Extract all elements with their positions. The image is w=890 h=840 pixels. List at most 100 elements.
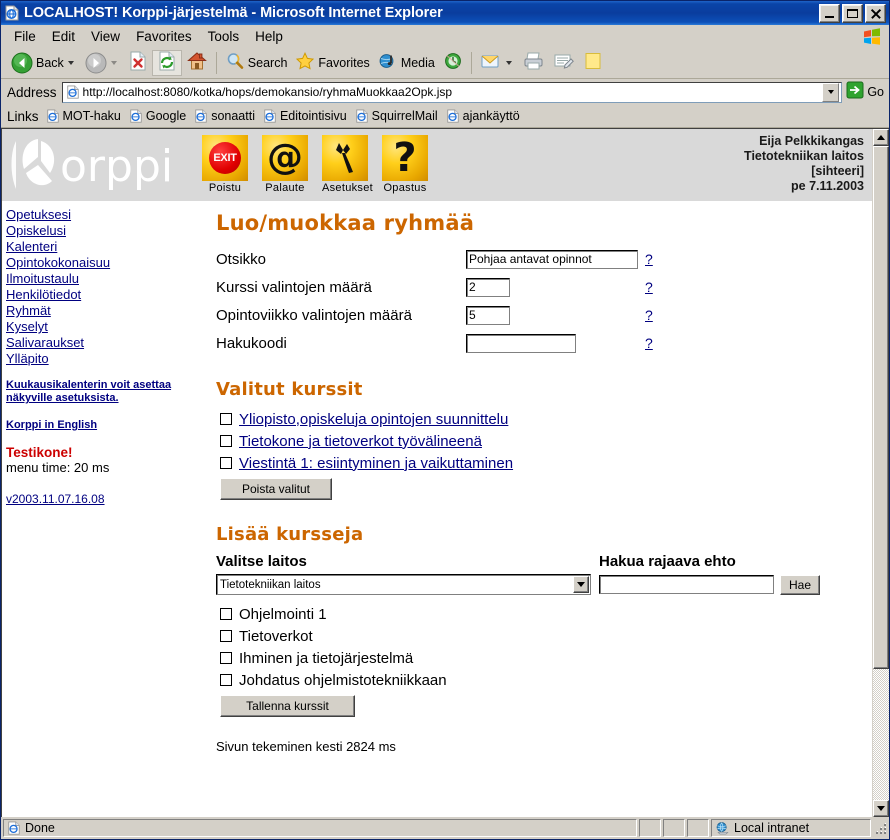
help-link-kurssi-maara[interactable]: ? <box>645 279 653 295</box>
korppi-in-english-link[interactable]: Korppi in English <box>6 417 202 433</box>
menu-item-help[interactable]: Help <box>247 27 291 46</box>
mail-dropdown-icon[interactable] <box>505 61 512 65</box>
nav-item-ilmoitustaulu[interactable]: Ilmoitustaulu <box>6 271 202 287</box>
input-hakukoodi[interactable] <box>466 333 576 353</box>
search-button[interactable]: Search <box>221 50 292 76</box>
minimize-button[interactable] <box>819 3 840 23</box>
label-hakukoodi: Hakukoodi <box>216 334 287 352</box>
nav-item-opintokokonaisuu[interactable]: Opintokokonaisuu <box>6 255 202 271</box>
menu-item-favorites[interactable]: Favorites <box>128 27 200 46</box>
close-button[interactable] <box>865 3 886 23</box>
korppi-logo[interactable]: orppi <box>2 129 202 201</box>
input-opintoviikko-maara[interactable]: 5 <box>466 305 510 325</box>
resize-grip[interactable] <box>873 819 889 837</box>
notes-button[interactable] <box>579 50 607 76</box>
menu-item-view[interactable]: View <box>83 27 128 46</box>
link-google[interactable]: Google <box>126 108 191 124</box>
stop-button[interactable] <box>124 50 152 76</box>
nav-item-kalenteri[interactable]: Kalenteri <box>6 239 202 255</box>
back-button[interactable]: Back <box>7 50 81 76</box>
nav-item-ryhmat[interactable]: Ryhmät <box>6 303 202 319</box>
checkbox-selected-course-2[interactable] <box>220 435 232 447</box>
link-label: sonaatti <box>211 109 255 123</box>
back-dropdown-icon[interactable] <box>67 61 74 65</box>
checkbox-available-course-3[interactable] <box>220 652 232 664</box>
link-ajankaytto[interactable]: ajankäyttö <box>443 108 525 124</box>
link-squirrelmail[interactable]: SquirrelMail <box>352 108 443 124</box>
settings-button[interactable]: Asetukset <box>322 135 373 194</box>
menu-item-edit[interactable]: Edit <box>44 27 83 46</box>
page-viewport: orppi EXIT Poistu @ Palaute Asetukset ? … <box>1 128 889 817</box>
help-link-hakukoodi[interactable]: ? <box>645 335 653 351</box>
help-button[interactable]: ? Opastus <box>382 135 428 194</box>
ie-page-icon <box>355 109 369 123</box>
calendar-hint[interactable]: Kuukausikalenterin voit asettaa näkyvill… <box>6 379 202 405</box>
scrollbar-thumb[interactable] <box>873 146 889 670</box>
address-label: Address <box>7 84 57 100</box>
current-date: pe 7.11.2003 <box>791 179 864 193</box>
department-label: Valitse laitos <box>216 553 307 570</box>
nav-item-kyselyt[interactable]: Kyselyt <box>6 319 202 335</box>
save-courses-button[interactable]: Tallenna kurssit <box>220 695 355 717</box>
checkbox-available-course-1[interactable] <box>220 608 232 620</box>
help-link-otsikko[interactable]: ? <box>645 251 653 267</box>
page-scrollbar[interactable] <box>872 129 889 817</box>
exit-button[interactable]: EXIT Poistu <box>202 135 248 194</box>
input-kurssi-maara[interactable]: 2 <box>466 277 510 297</box>
forward-button[interactable] <box>81 50 124 76</box>
link-sonaatti[interactable]: sonaatti <box>191 108 260 124</box>
nav-item-salivaraukset[interactable]: Salivaraukset <box>6 335 202 351</box>
back-arrow-icon <box>11 52 33 74</box>
address-bar: Address http://localhost:8080/kotka/hops… <box>1 79 889 105</box>
address-input[interactable]: http://localhost:8080/kotka/hops/demokan… <box>61 81 843 103</box>
link-editointisivu[interactable]: Editointisivu <box>260 108 352 124</box>
checkbox-available-course-4[interactable] <box>220 674 232 686</box>
refresh-button[interactable] <box>151 50 182 76</box>
filter-input[interactable] <box>599 575 774 594</box>
scrollbar-track[interactable] <box>873 146 889 800</box>
chevron-down-icon[interactable] <box>573 576 589 593</box>
search-courses-button[interactable]: Hae <box>780 574 821 595</box>
mail-button[interactable] <box>476 50 519 76</box>
scroll-up-button[interactable] <box>873 129 889 146</box>
status-cell-4 <box>687 819 709 837</box>
checkbox-selected-course-1[interactable] <box>220 413 232 425</box>
checkbox-available-course-2[interactable] <box>220 630 232 642</box>
calendar-hint-line1[interactable]: Kuukausikalenterin voit asettaa <box>6 379 202 392</box>
list-item: Tietoverkot <box>216 625 872 647</box>
selected-course-link-3[interactable]: Viestintä 1: esiintyminen ja vaikuttamin… <box>239 455 513 472</box>
department-select[interactable]: Tietotekniikan laitos <box>216 574 591 595</box>
version-link[interactable]: v2003.11.07.16.08 <box>6 491 202 507</box>
nav-item-opiskelusi[interactable]: Opiskelusi <box>6 223 202 239</box>
selected-course-link-1[interactable]: Yliopisto,opiskeluja opintojen suunnitte… <box>239 411 508 428</box>
forward-dropdown-icon[interactable] <box>110 61 117 65</box>
history-button[interactable] <box>439 50 467 76</box>
nav-item-yllapito[interactable]: Ylläpito <box>6 351 202 367</box>
help-link-opintoviikko-maara[interactable]: ? <box>645 307 653 323</box>
favorites-button[interactable]: Favorites <box>291 50 373 76</box>
menu-item-file[interactable]: File <box>6 27 44 46</box>
address-dropdown-button[interactable] <box>822 82 840 102</box>
edit-button[interactable] <box>549 50 579 76</box>
link-mot-haku[interactable]: MOT-haku <box>43 108 126 124</box>
checkbox-selected-course-3[interactable] <box>220 457 232 469</box>
feedback-button[interactable]: @ Palaute <box>262 135 308 194</box>
calendar-hint-line2[interactable]: näkyville asetuksista. <box>6 392 202 405</box>
maximize-button[interactable] <box>842 3 863 23</box>
security-zone-cell[interactable]: Local intranet <box>711 819 871 837</box>
selected-course-link-2[interactable]: Tietokone ja tietoverkot työvälineenä <box>239 433 482 450</box>
scroll-down-button[interactable] <box>873 800 889 817</box>
remove-selected-button[interactable]: Poista valitut <box>220 478 332 500</box>
print-button[interactable] <box>519 50 549 76</box>
list-item: Ihminen ja tietojärjestelmä <box>216 647 872 669</box>
menu-item-tools[interactable]: Tools <box>200 27 248 46</box>
home-button[interactable] <box>182 50 212 76</box>
address-url-text: http://localhost:8080/kotka/hops/demokan… <box>82 85 453 99</box>
page-title: Luo/muokkaa ryhmää <box>216 211 475 235</box>
nav-item-henkilotiedot[interactable]: Henkilötiedot <box>6 287 202 303</box>
input-otsikko[interactable]: Pohjaa antavat opinnot <box>466 249 638 269</box>
go-button[interactable]: Go <box>842 81 889 104</box>
link-label: SquirrelMail <box>371 109 438 123</box>
nav-item-opetuksesi[interactable]: Opetuksesi <box>6 207 202 223</box>
media-button[interactable]: Media <box>374 50 439 76</box>
